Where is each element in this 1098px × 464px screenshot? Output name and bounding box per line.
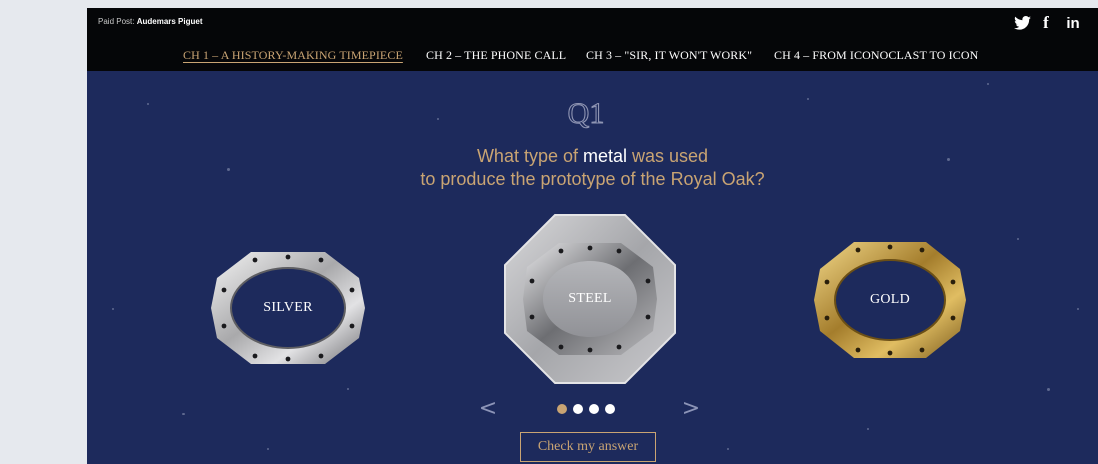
twitter-icon[interactable] bbox=[1013, 14, 1031, 32]
answer-option-gold[interactable]: GOLD bbox=[810, 238, 970, 362]
background-speck bbox=[227, 168, 230, 171]
question-highlight: metal bbox=[583, 146, 628, 166]
question-line-1: What type of metal was used bbox=[287, 145, 898, 168]
background-speck bbox=[807, 98, 809, 100]
background-speck bbox=[1047, 388, 1050, 391]
background-speck bbox=[987, 83, 989, 85]
check-answer-button[interactable]: Check my answer bbox=[520, 432, 656, 462]
background-speck bbox=[347, 388, 349, 390]
next-arrow-icon[interactable]: > bbox=[679, 394, 703, 422]
linkedin-glyph: in bbox=[1066, 14, 1080, 32]
facebook-glyph: f bbox=[1043, 13, 1049, 32]
background-speck bbox=[727, 448, 729, 450]
top-bar: Paid Post: Audemars Piguet f in bbox=[87, 8, 1098, 37]
paid-post-prefix: Paid Post: bbox=[98, 17, 135, 26]
question-text: What type of metal was used to produce t… bbox=[287, 145, 898, 191]
pagination-dot-4[interactable] bbox=[605, 404, 615, 414]
background-speck bbox=[947, 158, 950, 161]
background-speck bbox=[182, 413, 185, 415]
background-speck bbox=[867, 428, 869, 430]
answer-label: STEEL bbox=[568, 291, 612, 306]
question-line-2: to produce the prototype of the Royal Oa… bbox=[420, 169, 765, 189]
pagination-dot-1[interactable] bbox=[557, 404, 567, 414]
chapter-link-4[interactable]: CH 4 – FROM ICONOCLAST TO ICON bbox=[774, 48, 978, 63]
answer-option-silver[interactable]: SILVER bbox=[207, 248, 369, 368]
sponsor-name: Audemars Piguet bbox=[136, 17, 203, 26]
answer-label: SILVER bbox=[263, 300, 313, 315]
background-speck bbox=[267, 448, 269, 450]
pagination-dot-2[interactable] bbox=[573, 404, 583, 414]
facebook-icon[interactable]: f bbox=[1039, 13, 1053, 32]
question-number-badge: Q1 bbox=[566, 92, 606, 132]
pagination-dots bbox=[557, 403, 627, 415]
background-speck bbox=[112, 308, 114, 310]
advertorial-frame: Paid Post: Audemars Piguet f in CH 1 – A… bbox=[87, 8, 1098, 464]
chapter-nav: CH 1 – A HISTORY-MAKING TIMEPIECE CH 2 –… bbox=[87, 37, 1098, 71]
question-number: Q1 bbox=[568, 97, 605, 130]
chapter-link-3[interactable]: CH 3 – "SIR, IT WON'T WORK" bbox=[586, 48, 752, 63]
linkedin-icon[interactable]: in bbox=[1063, 14, 1083, 32]
background-speck bbox=[1017, 238, 1019, 240]
question-part: What type of bbox=[476, 146, 583, 166]
question-part: was used bbox=[627, 146, 709, 166]
previous-arrow-icon[interactable]: < bbox=[476, 394, 500, 422]
paid-post-label: Paid Post: Audemars Piguet bbox=[98, 17, 203, 26]
background-speck bbox=[147, 103, 149, 105]
chapter-link-1[interactable]: CH 1 – A HISTORY-MAKING TIMEPIECE bbox=[183, 48, 403, 63]
answer-label: GOLD bbox=[869, 292, 911, 307]
chapter-link-2[interactable]: CH 2 – THE PHONE CALL bbox=[426, 48, 566, 63]
answer-option-steel[interactable]: STEEL bbox=[503, 213, 677, 385]
background-speck bbox=[437, 118, 439, 120]
background-speck bbox=[1077, 308, 1079, 310]
pagination-dot-3[interactable] bbox=[589, 404, 599, 414]
